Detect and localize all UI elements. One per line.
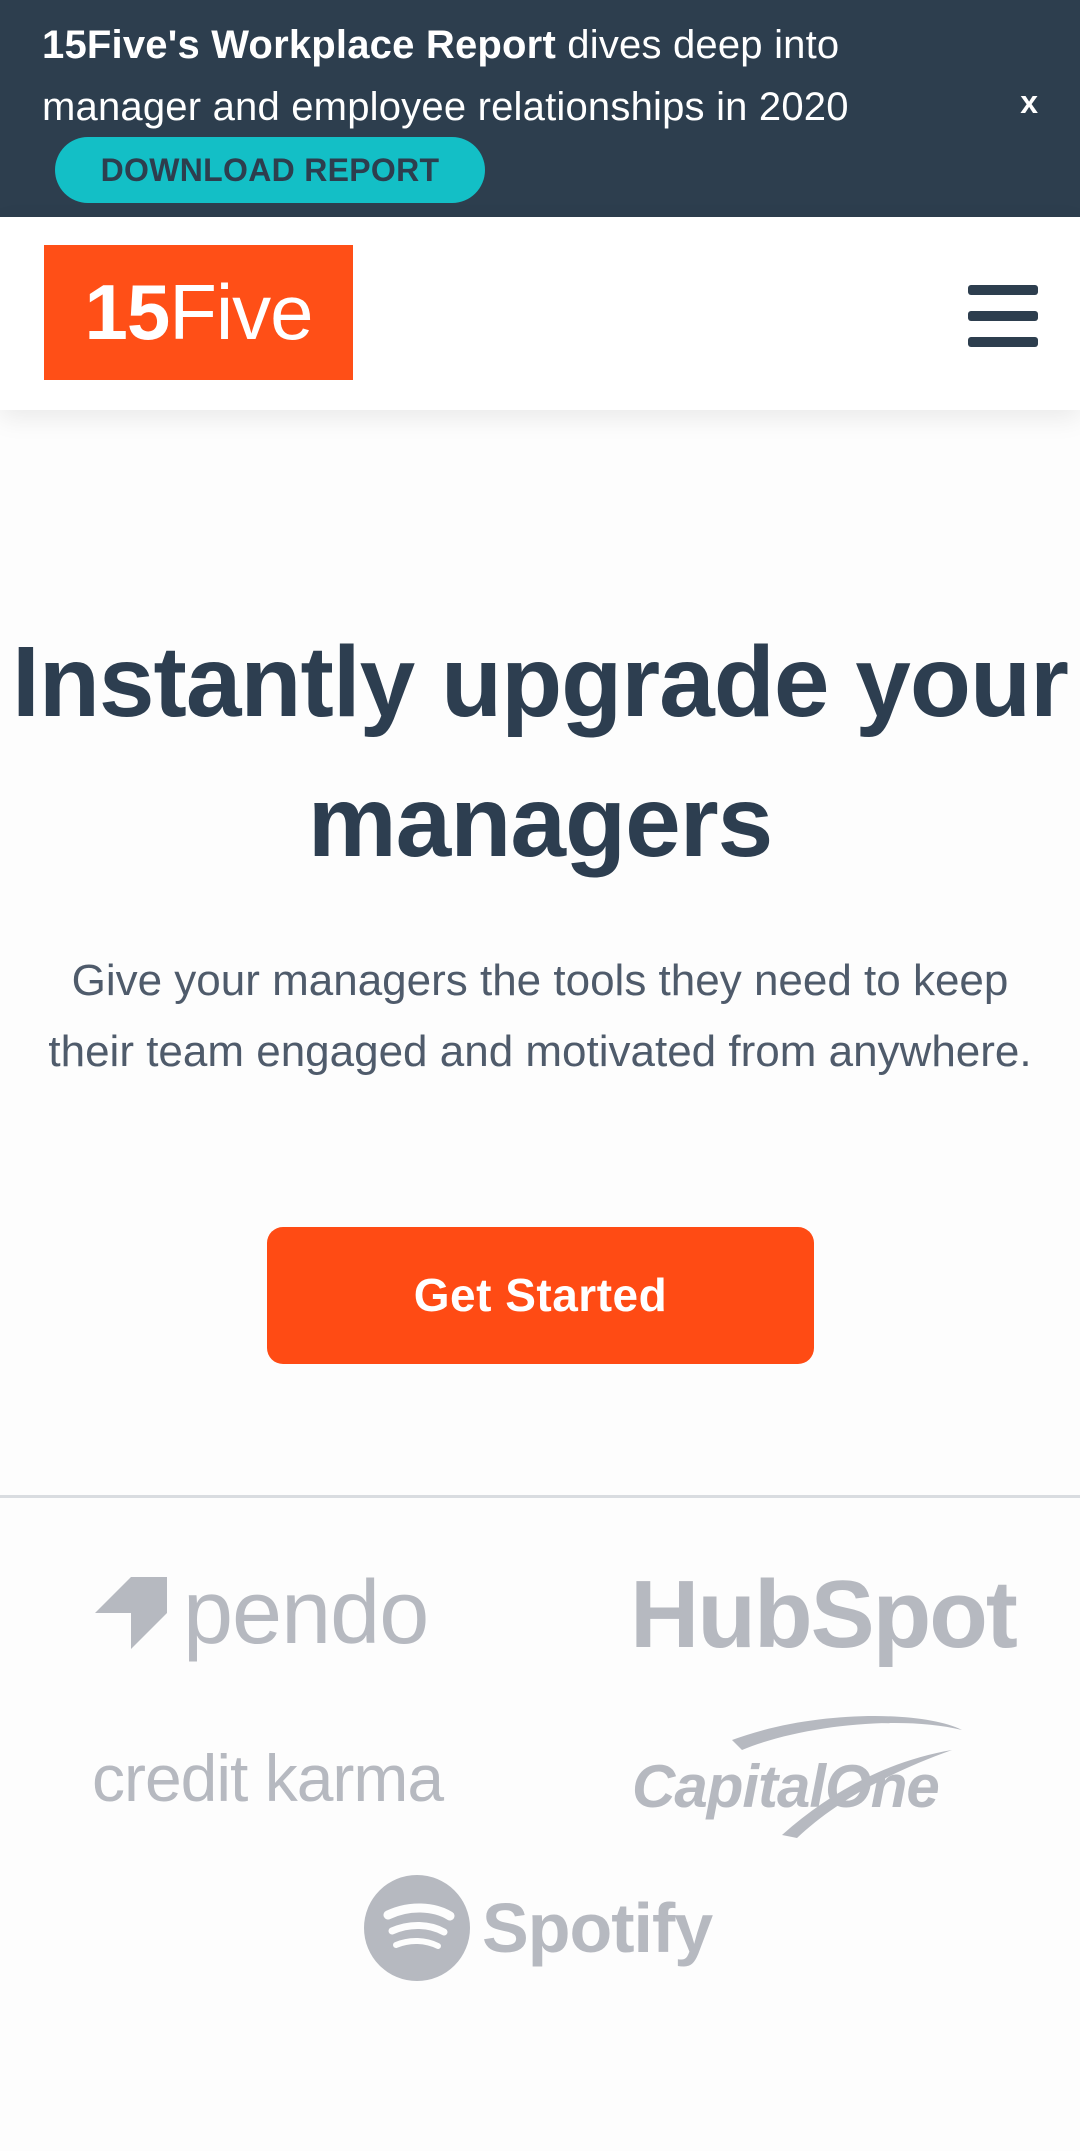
download-report-button[interactable]: DOWNLOAD REPORT xyxy=(55,137,485,203)
spotify-icon xyxy=(364,1875,470,1981)
site-header: 15 Five xyxy=(0,217,1080,410)
menu-bar xyxy=(968,337,1038,347)
hamburger-menu-icon[interactable] xyxy=(968,285,1038,347)
capitalone-logo: CapitalOne xyxy=(632,1710,992,1840)
hubspot-logo: HubSpot xyxy=(630,1560,1018,1670)
pendo-logo: pendo xyxy=(95,1563,429,1663)
promo-banner: 15Five's Workplace Report dives deep int… xyxy=(0,0,1080,217)
hubspot-wordmark: HubSpot xyxy=(630,1561,1018,1668)
pendo-icon xyxy=(95,1577,167,1649)
close-icon[interactable]: x xyxy=(1020,84,1038,121)
logo-word: Five xyxy=(169,268,313,356)
spotify-logo: Spotify xyxy=(364,1875,713,1981)
creditkarma-wordmark: credit karma xyxy=(92,1741,444,1815)
menu-bar xyxy=(968,285,1038,295)
section-divider xyxy=(0,1495,1080,1498)
hero-subtitle: Give your managers the tools they need t… xyxy=(48,956,1032,1076)
pendo-wordmark: pendo xyxy=(183,1562,429,1663)
hero-title: Instantly upgrade your managers xyxy=(12,626,1069,878)
creditkarma-logo: credit karma xyxy=(92,1740,444,1816)
logo-number: 15 xyxy=(84,268,170,356)
logo-15five[interactable]: 15 Five xyxy=(44,245,353,380)
promo-bold-text: 15Five's Workplace Report xyxy=(42,23,556,67)
menu-bar xyxy=(968,311,1038,321)
capitalone-wordmark: CapitalOne xyxy=(632,1753,940,1820)
spotify-wordmark: Spotify xyxy=(482,1889,713,1967)
promo-text: 15Five's Workplace Report dives deep int… xyxy=(42,14,1002,138)
get-started-button[interactable]: Get Started xyxy=(267,1227,814,1364)
